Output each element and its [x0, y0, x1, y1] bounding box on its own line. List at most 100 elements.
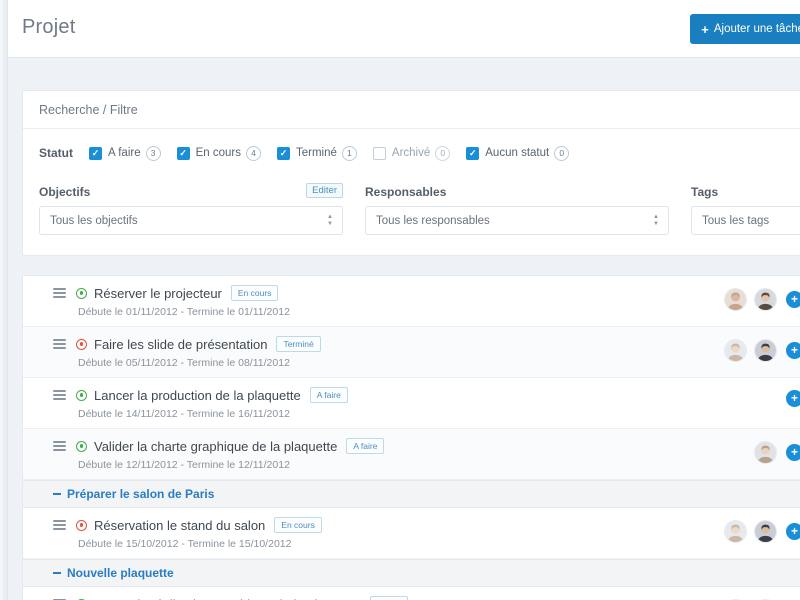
- task-name[interactable]: Réservation le stand du salon: [94, 518, 265, 533]
- drag-handle-icon[interactable]: [53, 390, 66, 400]
- checkbox-unchecked[interactable]: [372, 146, 386, 160]
- checkbox-checked[interactable]: ✓: [466, 146, 480, 160]
- avatar[interactable]: [724, 520, 747, 543]
- drag-handle-icon[interactable]: [53, 520, 66, 530]
- drag-handle-icon[interactable]: [53, 288, 66, 298]
- checkbox-checked[interactable]: ✓: [89, 146, 102, 160]
- task-main: Valider la charte graphique de la plaque…: [23, 438, 800, 454]
- task-status-dot: [76, 440, 87, 452]
- left-rail-accent: [0, 0, 3, 600]
- task-assignees: +: [784, 390, 800, 407]
- edit-objectives-button[interactable]: Editer: [306, 183, 343, 198]
- avatar[interactable]: [754, 520, 777, 543]
- checkbox-checked[interactable]: ✓: [176, 146, 190, 160]
- select-responsables[interactable]: Tous les responsables ▲ ▼: [365, 206, 669, 235]
- check-icon: ✓: [91, 147, 100, 158]
- task-assignees: +: [724, 520, 800, 543]
- add-assignee-button[interactable]: +: [786, 291, 800, 308]
- status-filter-a-faire[interactable]: ✓ A faire 3: [89, 145, 161, 161]
- add-assignee-button[interactable]: +: [786, 342, 800, 359]
- task-row[interactable]: Réserver le projecteur En cours Débute le …: [23, 276, 800, 327]
- task-row[interactable]: Valider la charte graphique de la plaque…: [23, 429, 800, 480]
- select-tags[interactable]: Tous les tags▲▼: [691, 206, 800, 235]
- collapse-minus-icon[interactable]: [53, 572, 61, 574]
- filter-card: Recherche / Filtre Statut ✓ A faire 3 ✓ En c…: [22, 90, 800, 256]
- add-assignee-button[interactable]: +: [786, 390, 800, 407]
- select-label: Responsables: [365, 185, 447, 199]
- add-assignee-button[interactable]: +: [786, 523, 800, 540]
- left-rail: [0, 0, 8, 600]
- status-filter-label: A faire: [108, 147, 141, 159]
- status-filter-aucun-statut[interactable]: ✓ Aucun statut 0: [466, 145, 570, 161]
- task-name[interactable]: Valider la charte graphique de la plaque…: [94, 439, 337, 454]
- status-filter-en-cours[interactable]: ✓ En cours 4: [176, 145, 261, 161]
- select-value: Tous les responsables: [376, 214, 490, 227]
- select-label: Objectifs: [39, 185, 91, 199]
- task-list: Réserver le projecteur En cours Débute le …: [22, 275, 800, 600]
- add-task-button[interactable]: + Ajouter une tâche: [690, 14, 800, 44]
- status-filter-label: En cours: [195, 147, 241, 159]
- status-count-badge: 4: [246, 145, 261, 161]
- filter-group-objectifs: Objectifs Editer Tous les objectifs ▲ ▼: [39, 183, 343, 235]
- status-checkbox-list: ✓ A faire 3 ✓ En cours 4 ✓ Terminé 1 Archivé 0 ✓ Auc…: [89, 145, 585, 161]
- avatar[interactable]: [724, 339, 747, 362]
- task-row[interactable]: Faire les slide de présentation Terminé Dé…: [23, 327, 800, 378]
- select-value: Tous les tags: [702, 214, 770, 227]
- avatar[interactable]: [754, 441, 777, 464]
- task-status-dot: [76, 389, 87, 401]
- task-name[interactable]: Lancer la réalisation graphique de la pl…: [94, 597, 361, 600]
- task-name[interactable]: Lancer la production de la plaquette: [94, 388, 301, 403]
- task-status-badge[interactable]: Terminé: [276, 336, 321, 352]
- status-filter-label: Statut: [39, 146, 73, 160]
- task-status-dot: [76, 338, 87, 350]
- avatar[interactable]: [754, 288, 777, 311]
- task-dates: Débute le 15/10/2012 - Termine le 15/10/…: [78, 538, 292, 550]
- task-main: Réservation le stand du salon En cours: [23, 517, 800, 533]
- task-group-header[interactable]: Préparer le salon de Paris: [23, 480, 800, 508]
- add-task-label: Ajouter une tâche: [713, 23, 800, 35]
- avatar[interactable]: [724, 288, 747, 311]
- task-status-badge[interactable]: En cours: [230, 285, 279, 301]
- task-assignees: +: [754, 441, 800, 464]
- check-icon: ✓: [279, 147, 288, 158]
- page-title: Projet: [22, 16, 76, 38]
- status-filter-archivé[interactable]: Archivé 0: [372, 145, 451, 161]
- filter-group-tags: Tags Tous les tags▲▼: [691, 185, 800, 235]
- task-status-dot: [76, 519, 87, 531]
- task-dates: Débute le 14/11/2012 - Termine le 16/11/…: [78, 408, 290, 420]
- task-row[interactable]: Lancer la réalisation graphique de la pl…: [23, 587, 800, 600]
- checkbox-checked[interactable]: ✓: [277, 146, 290, 160]
- task-row[interactable]: Réservation le stand du salon En cours Déb…: [23, 508, 800, 559]
- plus-icon: +: [701, 21, 709, 37]
- top-bar: Projet + Ajouter une tâche: [8, 0, 800, 58]
- app-page: Projet + Ajouter une tâche Recherche / F…: [0, 0, 800, 600]
- status-filter-terminé[interactable]: ✓ Terminé 1: [277, 145, 357, 161]
- task-assignees: +: [724, 288, 800, 311]
- task-assignees: +: [724, 339, 800, 362]
- task-name[interactable]: Faire les slide de présentation: [94, 337, 267, 352]
- select-label: Tags: [691, 185, 719, 199]
- add-assignee-button[interactable]: +: [786, 444, 800, 461]
- task-row[interactable]: Lancer la production de la plaquette A fa…: [23, 378, 800, 429]
- filter-card-body: Statut ✓ A faire 3 ✓ En cours 4 ✓ Terminé 1 Archi…: [23, 129, 800, 255]
- status-filter-label: Aucun statut: [485, 147, 550, 159]
- drag-handle-icon[interactable]: [53, 339, 66, 349]
- task-status-badge[interactable]: A faire: [369, 596, 408, 600]
- chevron-updown-icon: ▲ ▼: [653, 213, 659, 227]
- task-status-badge[interactable]: A faire: [346, 438, 385, 454]
- filter-card-header: Recherche / Filtre: [23, 91, 800, 129]
- status-count-badge: 0: [435, 145, 451, 161]
- task-dates: Débute le 12/11/2012 - Termine le 12/11/…: [78, 459, 290, 471]
- task-group-header[interactable]: Nouvelle plaquette: [23, 559, 800, 587]
- task-name[interactable]: Réserver le projecteur: [94, 286, 222, 301]
- task-status-badge[interactable]: A faire: [309, 387, 348, 403]
- task-status-badge[interactable]: En cours: [274, 517, 322, 533]
- avatar[interactable]: [754, 339, 777, 362]
- drag-handle-icon[interactable]: [53, 441, 66, 451]
- task-main: Faire les slide de présentation Terminé: [23, 336, 800, 352]
- filter-card-title: Recherche / Filtre: [39, 102, 138, 117]
- select-value: Tous les objectifs: [50, 214, 138, 227]
- select-objectifs[interactable]: Tous les objectifs ▲ ▼: [39, 206, 343, 235]
- collapse-minus-icon[interactable]: [53, 493, 61, 495]
- chevron-updown-icon: ▲ ▼: [327, 213, 333, 227]
